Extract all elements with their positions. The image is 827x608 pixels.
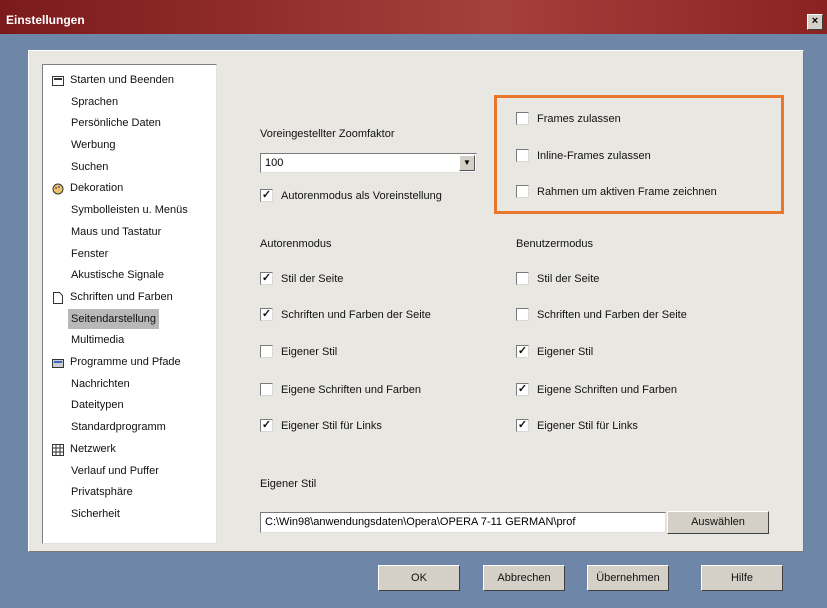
tree-item[interactable]: Fenster [43,244,216,264]
tree-item-label: Multimedia [71,334,125,347]
tree-item-label: Nachrichten [71,377,130,390]
tree-item[interactable]: Maus und Tastatur [43,222,216,242]
checkbox-box[interactable] [516,308,529,321]
tree-item[interactable]: Dekoration [43,178,216,198]
close-button[interactable]: × [807,14,823,30]
checkbox-label: Eigene Schriften und Farben [537,384,678,396]
checkbox-label: Autorenmodus als Voreinstellung [281,190,442,202]
custom-style-label: Eigener Stil [260,478,317,490]
ok-button[interactable]: OK [378,565,460,591]
checkbox-box[interactable]: ✓ [260,272,273,285]
zoom-value: 100 [265,157,284,169]
tree-item[interactable]: Netzwerk [43,439,216,459]
tree-item[interactable]: Privatsphäre [43,482,216,502]
help-button[interactable]: Hilfe [701,565,783,591]
checkbox-box[interactable] [516,112,529,125]
category-tree[interactable]: Starten und Beenden Sprachen Persönliche D… [42,64,217,544]
document-icon [52,291,64,304]
checkbox-box[interactable] [260,383,273,396]
tree-item[interactable]: Werbung [43,135,216,155]
tree-item-label: Privatsphäre [71,486,133,499]
checkbox-label: Inline-Frames zulassen [537,150,651,162]
checkbox-label: Rahmen um aktiven Frame zeichnen [537,186,717,198]
tree-item-label: Programme und Pfade [70,356,181,369]
tree-item-label: Symbolleisten u. Menüs [71,204,188,217]
dialog-frame: Starten und Beenden Sprachen Persönliche D… [0,34,827,608]
tree-item[interactable]: Symbolleisten u. Menüs [43,200,216,220]
tree-item-label: Starten und Beenden [70,74,174,86]
tree-item-label: Seitendarstellung [68,308,160,329]
checkbox-box[interactable] [260,345,273,358]
checkbox-box[interactable] [516,149,529,162]
tree-item-label: Fenster [71,247,109,260]
checkbox-label: Frames zulassen [537,113,621,125]
choose-button[interactable]: Auswählen [667,511,769,534]
checkbox-box[interactable] [516,185,529,198]
checkbox-label: Schriften und Farben der Seite [281,309,431,321]
tree-item[interactable]: Multimedia [43,330,216,350]
cancel-button[interactable]: Abbrechen [483,565,565,591]
checkbox-label: Eigener Stil für Links [281,420,382,432]
checkbox-label: Stil der Seite [537,273,600,285]
title-bar: Einstellungen × [0,0,827,34]
tree-item[interactable]: Programme und Pfade [43,352,216,372]
checkbox-box[interactable] [516,272,529,285]
tree-item[interactable]: Dateitypen [43,395,216,415]
tree-item[interactable]: Akustische Signale [43,265,216,285]
tree-item[interactable]: Schriften und Farben [43,287,216,307]
custom-style-path-input[interactable]: C:\Win98\anwendungsdaten\Opera\OPERA 7-1… [260,512,666,533]
user-mode-heading: Benutzermodus [516,238,594,250]
checkbox-label: Schriften und Farben der Seite [537,309,687,321]
tree-item[interactable]: Sicherheit [43,504,216,524]
network-icon [52,443,64,456]
window-title: Einstellungen [6,13,85,27]
tree-item-label: Akustische Signale [71,269,164,282]
zoom-label: Voreingestellter Zoomfaktor [260,128,395,140]
checkbox-label: Eigener Stil für Links [537,420,638,432]
tree-item-label: Sprachen [71,95,119,108]
tree-item-label: Dekoration [70,182,124,195]
tree-item[interactable]: Starten und Beenden [43,70,216,90]
checkbox-box[interactable]: ✓ [260,189,273,202]
checkbox-box[interactable]: ✓ [516,345,529,358]
zoom-select[interactable]: 100 ▼ [260,153,477,173]
tree-item-label: Suchen [71,160,109,173]
checkbox-label: Eigene Schriften und Farben [281,384,422,396]
checkbox-label: Stil der Seite [281,273,344,285]
settings-panel: Starten und Beenden Sprachen Persönliche D… [28,50,804,552]
checkbox-box[interactable]: ✓ [260,308,273,321]
folder-icon [52,74,64,86]
tree-item[interactable]: Suchen [43,157,216,177]
tree-item-label: Persönliche Daten [71,117,161,130]
author-mode-heading: Autorenmodus [260,238,332,250]
tree-item-label: Sicherheit [71,507,120,520]
tree-item[interactable]: Verlauf und Puffer [43,461,216,481]
apply-button[interactable]: Übernehmen [587,565,669,591]
tree-item-label: Verlauf und Puffer [71,464,159,477]
tree-item[interactable]: Standardprogramm [43,417,216,437]
tree-item-label: Werbung [71,139,116,152]
tree-item[interactable]: Seitendarstellung [43,308,216,329]
checkbox-box[interactable]: ✓ [516,383,529,396]
tree-item[interactable]: Sprachen [43,92,216,112]
tree-item-label: Netzwerk [70,442,116,455]
tree-item-label: Standardprogramm [71,421,166,434]
tree-item-label: Schriften und Farben [70,290,173,303]
tree-item-label: Maus und Tastatur [71,225,162,238]
checkbox-box[interactable]: ✓ [516,419,529,432]
palette-icon [52,182,64,195]
checkbox-box[interactable]: ✓ [260,419,273,432]
chevron-down-icon[interactable]: ▼ [459,155,475,171]
tree-item[interactable]: Nachrichten [43,374,216,394]
tree-item[interactable]: Persönliche Daten [43,113,216,133]
drive-icon [52,356,64,369]
checkbox-label: Eigener Stil [537,346,594,358]
checkbox-label: Eigener Stil [281,346,338,358]
tree-item-label: Dateitypen [71,399,124,412]
